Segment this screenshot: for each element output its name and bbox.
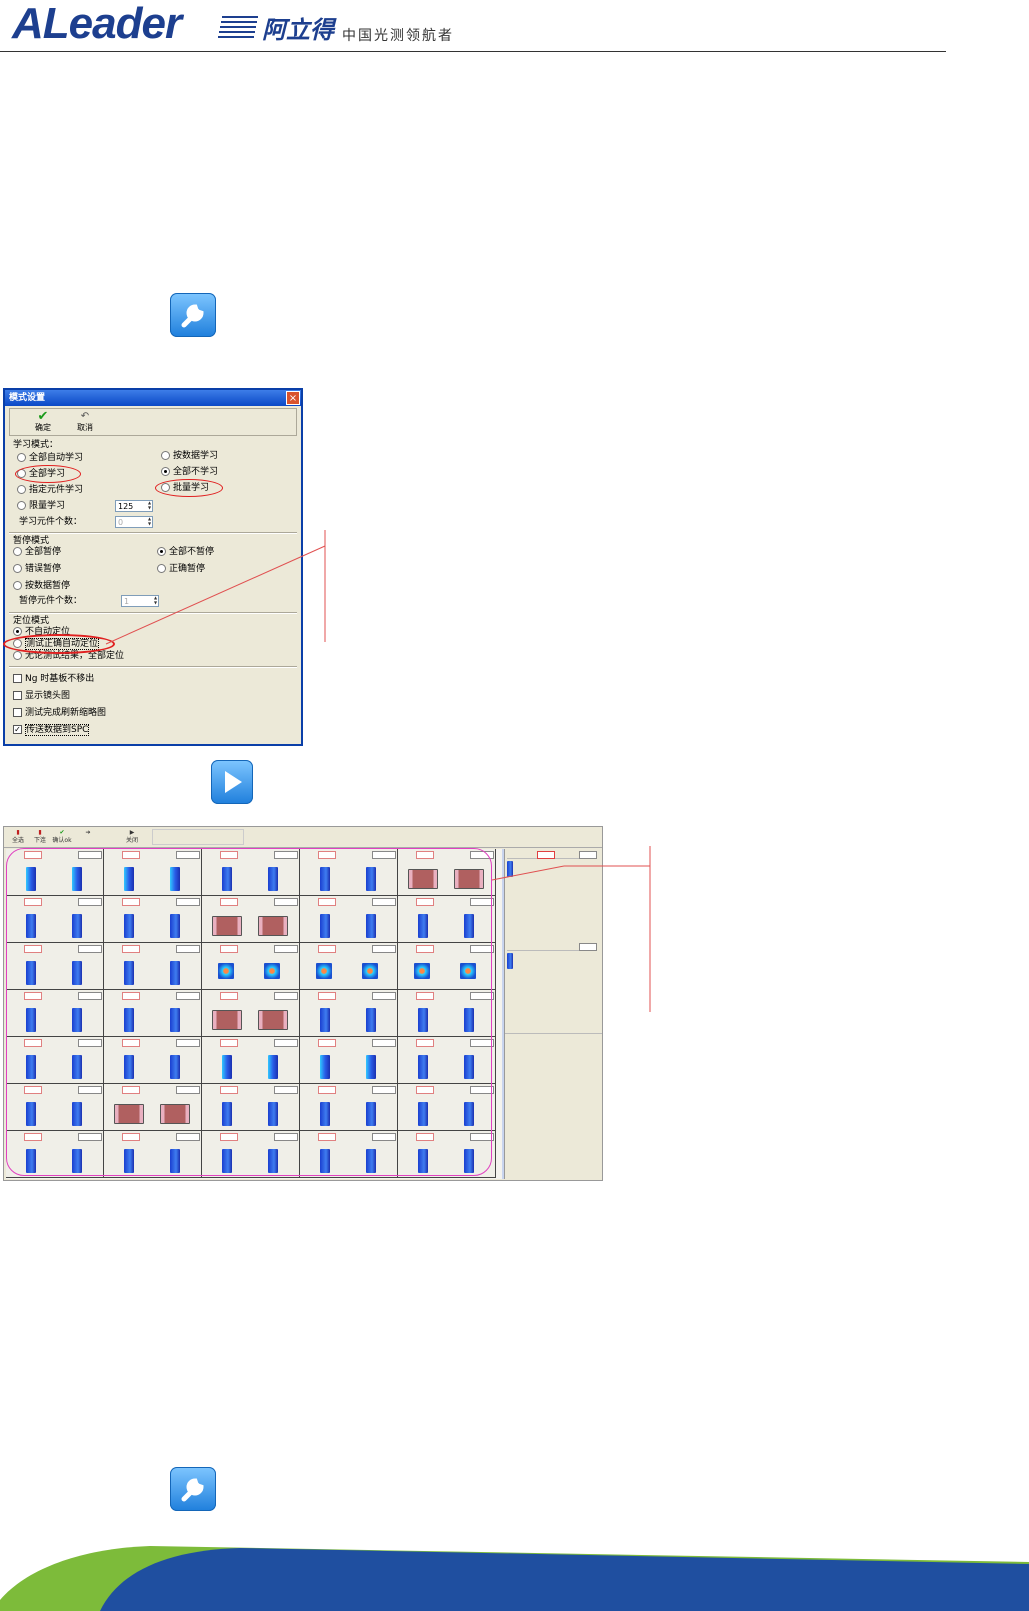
check-ng-board[interactable]: Ng 时基板不移出 [13,674,94,685]
brand-slogan: 中国光测领航者 [342,28,454,44]
highlight-outline [6,848,492,1176]
toolbar-label: 全选 [11,837,24,844]
radio-icon [161,451,170,460]
checkbox-icon [13,674,22,683]
toolbar-label: 下连 [33,837,46,844]
radio-learn-by-data[interactable]: 按数据学习 [161,451,218,462]
confirm-ok-button[interactable]: ✔ 确认ok [52,829,72,845]
radio-icon [17,501,26,510]
settings-button[interactable] [170,1467,216,1511]
ok-label: 确定 [35,423,51,432]
ok-button[interactable]: ✔ 确定 [28,410,58,433]
checkbox-label: 传送数据到SPC [25,724,90,736]
play-button[interactable] [211,760,253,804]
checkbox-icon: ✓ [13,725,22,734]
undo-icon: ↶ [80,411,90,422]
radio-icon [17,485,26,494]
arrow-button[interactable]: ➔ [78,829,98,845]
radio-label: 全部自动学习 [29,453,84,463]
toolbar-label: 确认ok [52,837,72,844]
check-refresh-thumbs[interactable]: 测试完成刷新缩略图 [13,708,106,719]
radio-learn-none[interactable]: 全部不学习 [161,467,218,478]
dialog-title: 模式设置 [5,390,301,406]
check-show-lens[interactable]: 显示镜头图 [13,691,70,702]
close-button[interactable]: ▶ 关闭 [122,829,142,845]
check-send-spc[interactable]: ✓ 传送数据到SPC [13,724,90,736]
highlight-ellipse [155,479,223,497]
next-button[interactable]: ▮ 下连 [30,829,50,845]
learn-limit-stepper[interactable]: 125 [115,500,153,512]
checkbox-icon [13,691,22,700]
radio-icon [13,651,22,660]
checkbox-label: 显示镜头图 [25,691,71,701]
toolbar-field [152,829,244,845]
radio-icon [161,467,170,476]
radio-label: 全部不学习 [173,467,219,477]
highlight-ellipse [15,465,81,483]
cancel-button[interactable]: ↶ 取消 [70,410,100,433]
checkmark-icon: ✔ [37,409,49,424]
divider [505,1033,602,1034]
toolbar-label: 关闭 [125,837,138,844]
logo-stripes-icon [218,16,258,38]
radio-label: 指定元件学习 [29,485,84,495]
radio-label: 按数据学习 [173,451,219,461]
header-rule [0,51,946,52]
radio-learn-limit[interactable]: 限量学习 [17,501,65,512]
footer-wave [0,1546,1029,1611]
settings-button[interactable] [170,293,216,337]
checkbox-icon [13,708,22,717]
callout-lines [491,846,651,1012]
wrench-icon [181,1478,204,1502]
dialog-toolbar: ✔ 确定 ↶ 取消 [9,408,297,436]
radio-label: 限量学习 [29,501,66,511]
play-icon [225,771,242,793]
cancel-label: 取消 [77,423,93,432]
select-all-button[interactable]: ▮ 全选 [8,829,28,845]
radio-learn-specified[interactable]: 指定元件学习 [17,485,83,496]
brand-logo-cn: 阿立得 [262,16,334,44]
callout-lines [105,530,326,645]
divider [9,666,297,668]
learning-heading: 学习模式： [13,440,59,450]
close-icon[interactable]: × [286,391,300,405]
brand-logo-text: ALeader [12,0,182,48]
checkbox-label: Ng 时基板不移出 [25,674,95,684]
radio-learn-auto[interactable]: 全部自动学习 [17,453,83,464]
wrench-icon [181,304,204,328]
checkbox-label: 测试完成刷新缩略图 [25,708,107,718]
radio-icon [17,453,26,462]
